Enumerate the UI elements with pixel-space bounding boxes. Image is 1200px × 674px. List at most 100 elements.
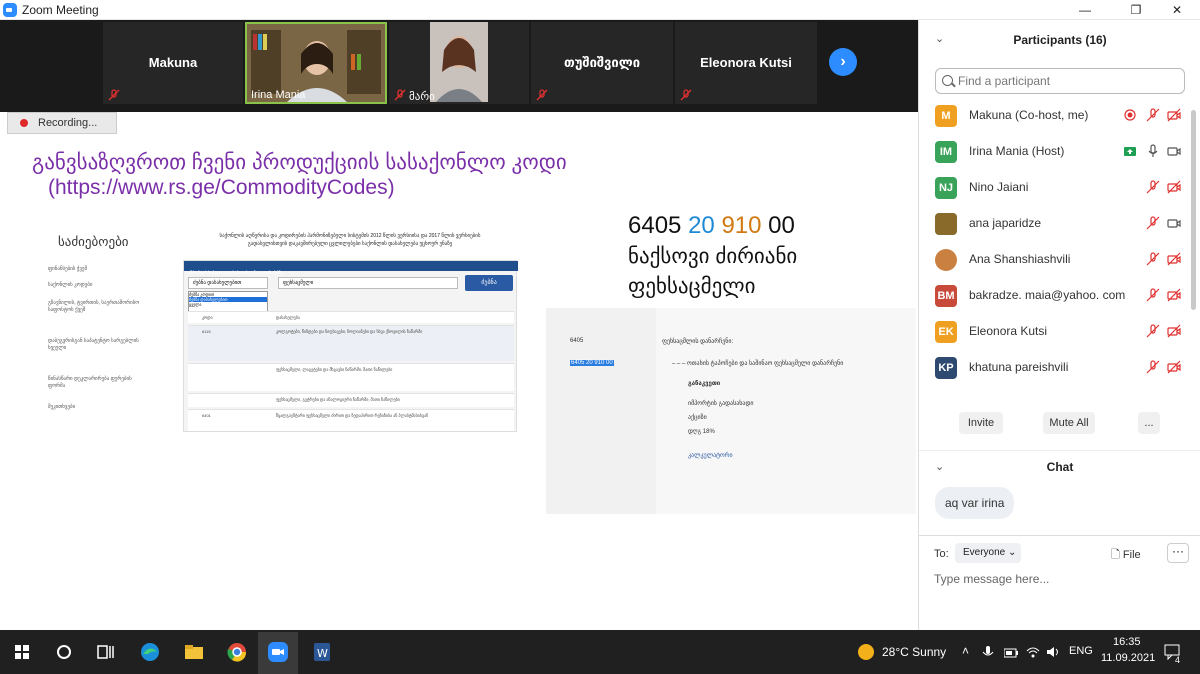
- participant-name: khatuna pareishvili: [969, 360, 1069, 374]
- participant-row[interactable]: KP khatuna pareishvili: [919, 350, 1191, 386]
- meeting-stage: Makuna Irina Mania მარი თუშიშვილი Eleono…: [0, 20, 918, 630]
- participants-more-button[interactable]: ...: [1138, 412, 1160, 434]
- tile-name: Makuna: [148, 55, 198, 70]
- next-page-button[interactable]: ›: [829, 48, 857, 76]
- clock-time[interactable]: 16:35: [1113, 636, 1141, 648]
- volume-icon[interactable]: [1046, 646, 1060, 658]
- video-tile[interactable]: Eleonora Kutsi: [675, 22, 817, 104]
- avatar: BM: [935, 285, 957, 307]
- file-label: File: [1122, 549, 1141, 561]
- clock-date[interactable]: 11.09.2021: [1101, 652, 1155, 664]
- mic-muted-icon: [1146, 288, 1160, 302]
- row-desc: ფეხსაცმელი, ლაგეტები და მსგავსი ნაწარმი;…: [276, 367, 393, 372]
- mic-muted-icon: [536, 89, 548, 101]
- tile-name: Eleonora Kutsi: [700, 55, 792, 70]
- video-icon: [1167, 219, 1181, 228]
- edge-browser-icon[interactable]: [136, 638, 164, 666]
- code-part: 910: [721, 212, 762, 239]
- participant-row[interactable]: IM Irina Mania (Host): [919, 134, 1191, 170]
- participant-row[interactable]: ana japaridze: [919, 206, 1191, 242]
- notification-count: 4: [1175, 655, 1181, 665]
- row-desc: ფეხსაცმელი, გეტრები და ანალოგიური ნაწარმ…: [276, 397, 400, 402]
- row-desc: დასახელება: [276, 315, 300, 320]
- table-row: ფეხსაცმელი, გეტრები და ანალოგიური ნაწარმ…: [188, 393, 514, 407]
- mic-icon: [1148, 144, 1158, 157]
- mic-muted-icon: [1146, 108, 1160, 122]
- participant-row[interactable]: Ana Shanshiashvili: [919, 242, 1191, 278]
- code-part: 00: [768, 212, 795, 239]
- participant-search[interactable]: [935, 68, 1185, 94]
- mic-tray-icon[interactable]: [982, 646, 994, 660]
- minimize-button[interactable]: —: [1062, 0, 1108, 20]
- mic-muted-icon: [1146, 360, 1160, 374]
- code-part: 20: [688, 212, 715, 239]
- recipient-select[interactable]: Everyone ⌄: [955, 543, 1021, 563]
- zoom-app-icon[interactable]: [264, 638, 292, 666]
- weather-text[interactable]: 28°C Sunny: [882, 645, 946, 659]
- shared-screen: Recording... განვსაზღვროთ ჩვენი პროდუქცი…: [0, 112, 918, 630]
- maximize-button[interactable]: ❐: [1113, 0, 1159, 20]
- participant-row[interactable]: EK Eleonora Kutsi: [919, 314, 1191, 350]
- search-circle-icon[interactable]: [50, 638, 78, 666]
- recording-indicator[interactable]: Recording...: [7, 112, 117, 134]
- participant-row[interactable]: NJ Nino Jaiani: [919, 170, 1191, 206]
- nav-item: ფინანსების ქვეშ: [48, 266, 88, 272]
- avatar: EK: [935, 321, 957, 343]
- share-screen-icon: [1124, 147, 1136, 156]
- row-desc: კოლგოტები, წინდები და ნიფხავები, ზოლიანე…: [276, 329, 423, 334]
- close-button[interactable]: ✕: [1154, 0, 1200, 20]
- chat-more-button[interactable]: ···: [1167, 543, 1189, 563]
- avatar-photo: [935, 249, 957, 271]
- tile-label: მარი: [409, 91, 435, 103]
- video-tile[interactable]: Makuna: [103, 22, 243, 104]
- chevron-up-icon[interactable]: ˄: [962, 644, 969, 658]
- mute-all-button[interactable]: Mute All: [1043, 412, 1095, 434]
- video-icon: [1167, 147, 1181, 156]
- video-off-icon: [1167, 288, 1181, 302]
- video-tile[interactable]: მარი: [389, 22, 529, 104]
- video-tile-active[interactable]: Irina Mania: [245, 22, 387, 104]
- participant-row[interactable]: M Makuna (Co-host, me): [919, 98, 1191, 134]
- avatar: KP: [935, 357, 957, 379]
- nav-item: გზავნილის, ტვირთის, საერთაშორისო საფოსტო…: [48, 300, 140, 313]
- participant-name: Ana Shanshiashvili: [969, 252, 1071, 266]
- title-bar: Zoom Meeting — ❐ ✕: [0, 0, 1200, 20]
- task-view-icon[interactable]: [91, 638, 119, 666]
- recipient-value: Everyone: [963, 547, 1006, 558]
- zoom-app: Zoom Meeting — ❐ ✕ Makuna Irina Mania მა…: [0, 0, 1200, 674]
- detail-line: აქციზი: [688, 415, 707, 421]
- word-app-icon[interactable]: W: [308, 638, 336, 666]
- participant-name: Nino Jaiani: [969, 180, 1029, 194]
- web-heading: საძიებოები: [58, 234, 129, 249]
- windows-start-icon[interactable]: [8, 638, 36, 666]
- svg-text:W: W: [317, 647, 328, 660]
- table-row: ფეხსაცმელი, ლაგეტები და მსგავსი ნაწარმი;…: [188, 363, 514, 391]
- file-button[interactable]: 🗋 File: [1111, 546, 1141, 565]
- weather-sun-icon: [858, 644, 874, 660]
- file-explorer-icon[interactable]: [180, 638, 208, 666]
- web-search-panel: იმპორტის საბაჟო გადასახადის განაკვეთის ძ…: [183, 260, 518, 432]
- language-indicator[interactable]: ENG: [1069, 645, 1093, 657]
- video-off-icon: [1167, 108, 1181, 122]
- mic-muted-icon: [1146, 180, 1160, 194]
- battery-icon[interactable]: [1004, 648, 1018, 658]
- slide-url: (https://www.rs.ge/CommodityCodes): [48, 176, 395, 199]
- participant-name: bakradze. maia@yahoo. com: [969, 288, 1126, 302]
- tile-label: Irina Mania: [251, 89, 306, 101]
- participant-search-input[interactable]: [958, 73, 1178, 89]
- chat-message-input[interactable]: [934, 570, 1184, 588]
- avatar-photo: [935, 213, 957, 235]
- wifi-icon[interactable]: [1026, 646, 1040, 658]
- chrome-browser-icon[interactable]: [223, 638, 251, 666]
- zoom-logo-icon: [3, 3, 17, 17]
- invite-button[interactable]: Invite: [959, 412, 1003, 434]
- detail-section: განაკვეთი: [688, 381, 721, 387]
- row-desc: წყალგაუმტარი ფეხსაცმელი ძირით და ზედაპირ…: [276, 413, 429, 418]
- participant-row[interactable]: BM bakradze. maia@yahoo. com: [919, 278, 1191, 314]
- participants-scrollbar[interactable]: [1191, 110, 1196, 310]
- recording-label: Recording...: [38, 117, 98, 129]
- participants-title: Participants (16): [1013, 33, 1107, 47]
- sidebar: ⌄ Participants (16) M Makuna (Co-host, m…: [918, 20, 1200, 630]
- nav-item: საქონლის კოდები: [48, 282, 93, 288]
- video-tile[interactable]: თუშიშვილი: [531, 22, 673, 104]
